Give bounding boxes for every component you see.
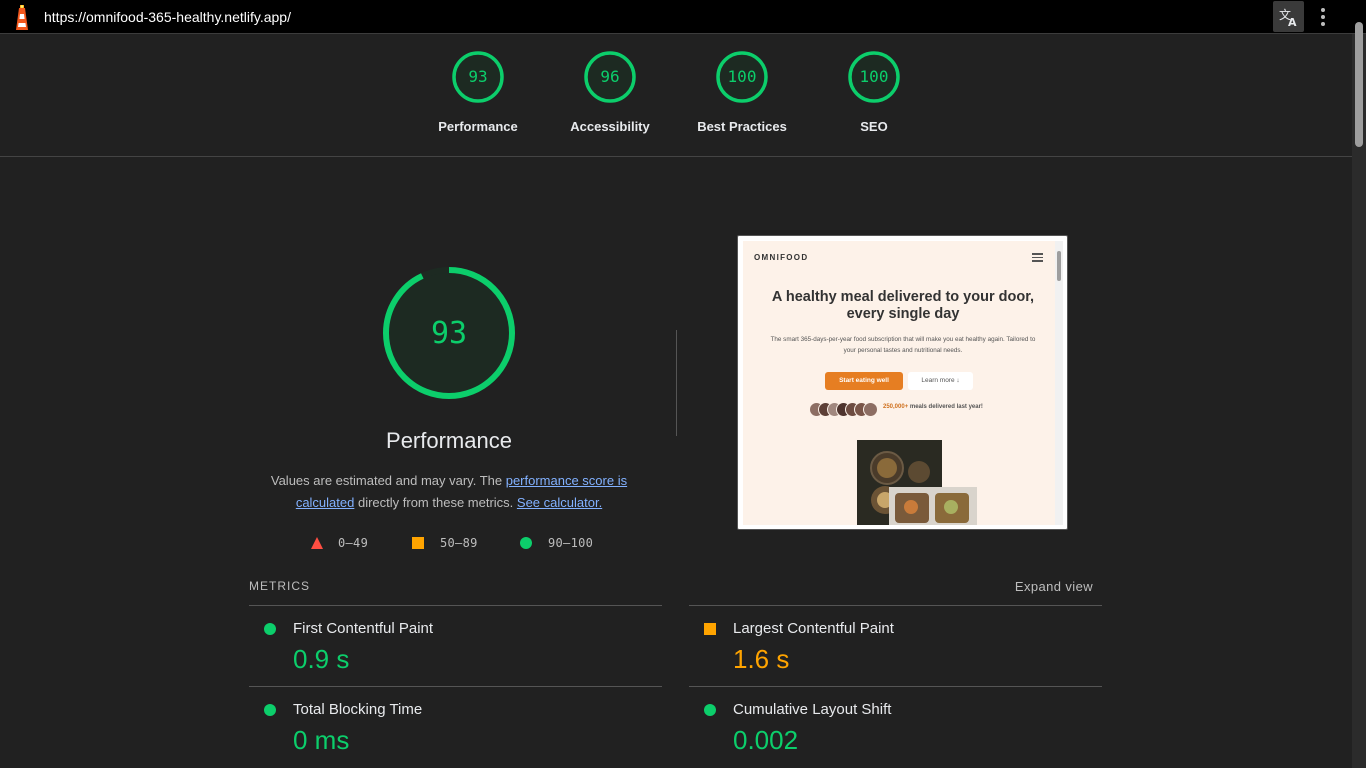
metric-first-contentful-paint: First Contentful Paint 0.9 s [249,606,662,686]
lighthouse-icon [16,5,28,30]
top-bar: https://omnifood-365-healthy.netlify.app… [0,0,1366,34]
scrollbar-thumb[interactable] [1355,22,1363,147]
legend-range: 50–89 [440,536,478,550]
see-calculator-link[interactable]: See calculator. [517,495,602,510]
performance-title: Performance [386,428,512,453]
page-url: https://omnifood-365-healthy.netlify.app… [44,9,291,25]
performance-gauge: 93 [383,267,515,399]
svg-text:96: 96 [600,67,619,86]
triangle-icon [311,537,323,549]
square-icon [704,623,716,635]
hamburger-icon [1032,253,1043,264]
translate-button[interactable]: 文 A [1273,1,1304,32]
circle-icon [704,704,716,716]
square-icon [412,537,424,549]
score-summary: 93 Performance 96 Accessibility 100 Best… [0,34,1352,157]
metric-largest-contentful-paint: Largest Contentful Paint 1.6 s [689,606,1102,686]
desc-text: directly from these metrics. [354,495,517,510]
performance-description: Values are estimated and may vary. The p… [249,470,649,514]
svg-text:A: A [1288,16,1297,28]
metric-cumulative-layout-shift: Cumulative Layout Shift 0.002 [689,687,1102,767]
score-gauge-performance[interactable]: 93 Performance [418,50,538,134]
preview-primary-button: Start eating well [825,372,903,390]
circle-icon [264,623,276,635]
metric-value: 0.002 [733,725,799,755]
circle-icon [264,704,276,716]
gauge-ring: 100 [848,51,900,103]
gauge-label: SEO [860,119,888,134]
translate-icon: 文 A [1279,7,1297,28]
expand-view-button[interactable]: Expand view [1000,579,1093,594]
legend-range: 0–49 [338,536,369,550]
desc-text: Values are estimated and may vary. The [270,473,506,488]
metrics-header: METRICS [249,579,310,593]
preview-stat: 250,000+ meals delivered last year! [883,404,983,410]
preview-secondary-button: Learn more ↓ [908,372,973,390]
metric-value: 0.9 s [293,644,350,674]
stat-highlight: 250,000+ [883,404,909,410]
gauge-label: Best Practices [697,119,787,134]
stat-text: meals delivered last year! [908,404,983,410]
score-gauge-seo[interactable]: 100 SEO [814,50,934,134]
score-gauge-best-practices[interactable]: 100 Best Practices [682,50,802,134]
preview-logo: OMNIFOOD [754,253,809,262]
metric-total-blocking-time: Total Blocking Time 0 ms [249,687,662,767]
svg-text:100: 100 [728,67,757,86]
legend-range: 90–100 [548,536,594,550]
preview-scrollbar [1055,241,1063,525]
gauge-ring: 100 [716,51,768,103]
screenshot-content: OMNIFOOD A healthy meal delivered to you… [743,241,1055,525]
metric-title: First Contentful Paint [293,620,434,637]
svg-text:100: 100 [860,67,889,86]
preview-subtitle: The smart 365-days-per-year food subscri… [770,336,1036,354]
gauge-ring: 96 [584,51,636,103]
gauge-label: Performance [438,119,518,134]
gauge-ring: 93 [452,51,504,103]
final-screenshot[interactable]: OMNIFOOD A healthy meal delivered to you… [737,235,1068,530]
circle-icon [520,537,532,549]
metric-value: 1.6 s [733,644,790,674]
metric-value: 0 ms [293,725,350,755]
preview-heading: A healthy meal delivered to your door, e… [771,289,1035,322]
score-gauge-accessibility[interactable]: 96 Accessibility [550,50,670,134]
metric-title: Largest Contentful Paint [733,620,894,637]
kebab-menu-icon[interactable] [1313,6,1333,28]
metric-title: Cumulative Layout Shift [733,701,892,718]
preview-food-image-2 [889,487,977,525]
vertical-divider [676,330,677,436]
svg-text:93: 93 [468,67,487,86]
metric-title: Total Blocking Time [293,701,423,718]
gauge-label: Accessibility [570,119,650,134]
svg-text:93: 93 [431,316,467,351]
